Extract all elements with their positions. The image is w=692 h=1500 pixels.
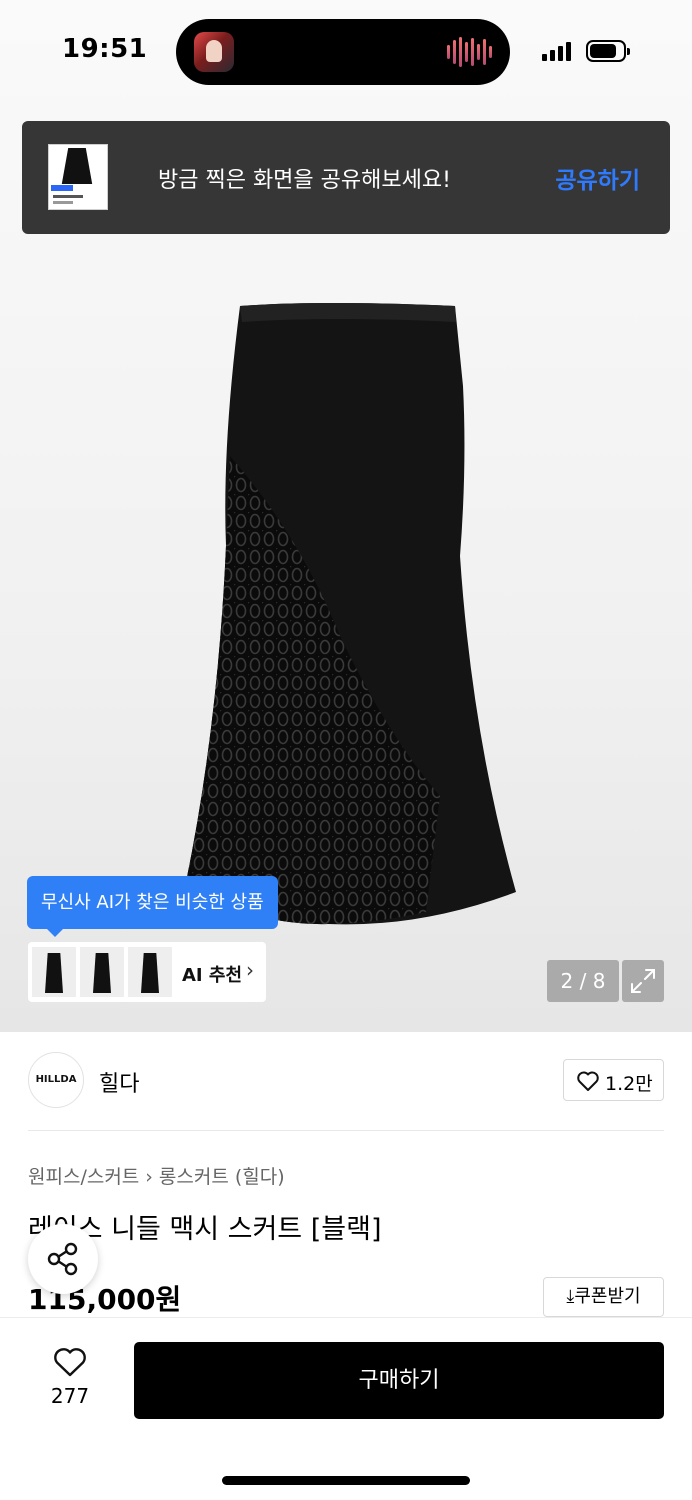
fullscreen-button[interactable] (622, 960, 664, 1002)
chevron-right-icon: › (246, 958, 254, 982)
coupon-label: 쿠폰받기 (574, 1286, 641, 1307)
image-counter: 2 / 8 (547, 960, 619, 1002)
battery-icon (586, 40, 630, 62)
ai-recommend-thumbnail[interactable] (80, 947, 124, 997)
home-indicator[interactable] (222, 1476, 470, 1485)
brand-like-count: 1.2만 (605, 1073, 653, 1095)
expand-icon (631, 969, 655, 993)
now-playing-app-icon (194, 32, 234, 72)
bottom-action-bar: 277 구매하기 (0, 1318, 692, 1500)
brand-name[interactable]: 힐다 (99, 1066, 139, 1098)
breadcrumb-subcategory[interactable]: 롱스커트 (힐다) (159, 1166, 285, 1188)
wishlist-button[interactable]: 277 (40, 1346, 100, 1410)
ai-recommend-button[interactable]: AI 추천 › (28, 942, 266, 1002)
share-now-button[interactable]: 공유하기 (555, 161, 640, 195)
ai-recommend-label: AI 추천 (182, 965, 243, 986)
ai-recommend-thumbnail[interactable] (32, 947, 76, 997)
share-button[interactable] (28, 1224, 98, 1294)
screenshot-share-toast: 방금 찍은 화면을 공유해보세요! 공유하기 (22, 121, 670, 234)
breadcrumb: 원피스/스커트 › 롱스커트 (힐다) (28, 1162, 285, 1189)
coupon-download-button[interactable]: ⤓쿠폰받기 (543, 1277, 664, 1317)
share-icon (47, 1242, 78, 1276)
heart-icon (577, 1071, 599, 1091)
product-image-gallery[interactable]: 19:51 방금 찍은 화면을 공유해보세요! 공유하기 무신사 AI가 찾은 … (0, 0, 692, 1032)
screenshot-thumbnail[interactable] (48, 144, 108, 210)
status-time: 19:51 (62, 34, 148, 64)
divider (28, 1130, 664, 1131)
ai-similar-products-tooltip: 무신사 AI가 찾은 비슷한 상품 (27, 876, 278, 937)
breadcrumb-category[interactable]: 원피스/스커트 (28, 1166, 139, 1188)
ai-recommend-thumbnail[interactable] (128, 947, 172, 997)
toast-message: 방금 찍은 화면을 공유해보세요! (158, 168, 451, 193)
brand-logo[interactable]: HILLDA (28, 1052, 84, 1108)
heart-icon (54, 1348, 86, 1377)
brand-like-button[interactable]: 1.2만 (563, 1059, 664, 1101)
audio-wave-icon (447, 37, 492, 67)
buy-button[interactable]: 구매하기 (134, 1342, 664, 1419)
dynamic-island[interactable] (176, 19, 510, 85)
product-image (186, 303, 516, 925)
chevron-right-icon: › (145, 1166, 153, 1188)
wishlist-count: 277 (50, 1384, 90, 1408)
cellular-signal-icon (542, 41, 571, 61)
product-page: 19:51 방금 찍은 화면을 공유해보세요! 공유하기 무신사 AI가 찾은 … (0, 0, 692, 1500)
